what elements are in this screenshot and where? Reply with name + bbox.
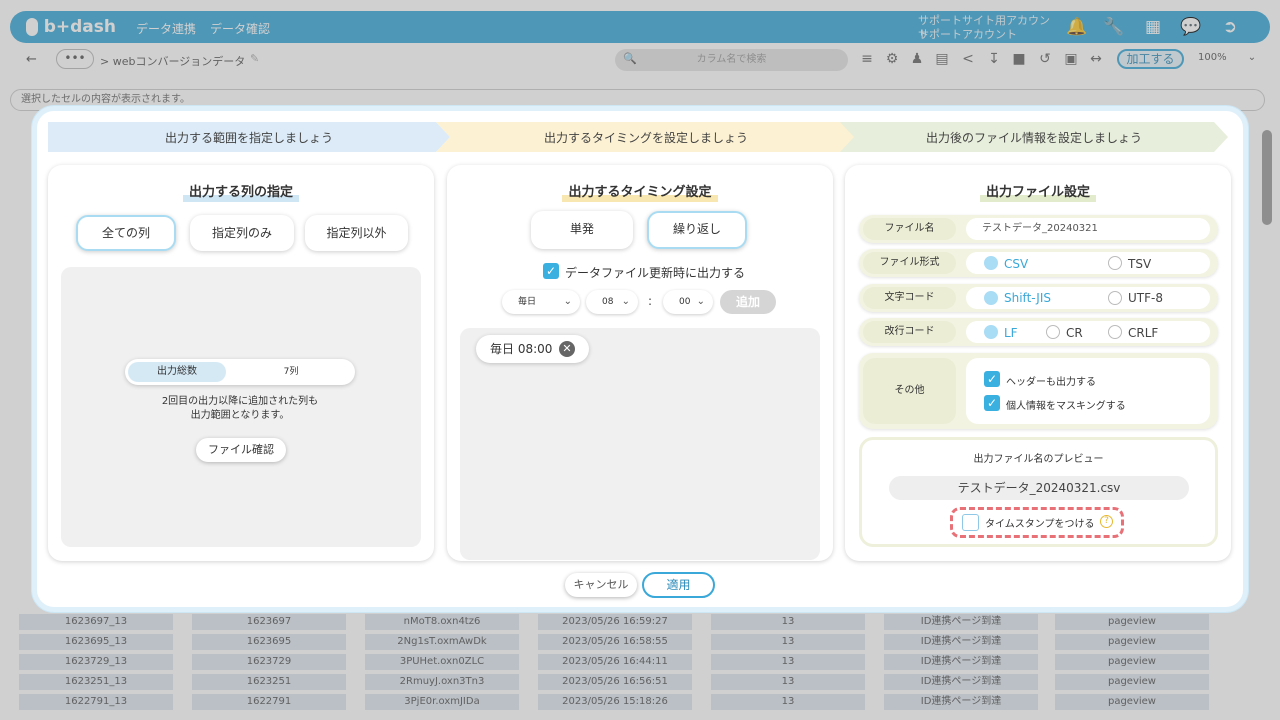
repeat-button[interactable]: 繰り返し bbox=[647, 211, 747, 249]
chevron-down-icon: ⌄ bbox=[621, 296, 630, 307]
crlf-label: CRLF bbox=[1128, 326, 1159, 340]
chevron-down-icon: ⌄ bbox=[563, 296, 572, 307]
utf8-radio[interactable] bbox=[1108, 291, 1122, 305]
filename-input[interactable]: テストデータ_20240321 bbox=[966, 218, 1210, 240]
masking-label: 個人情報をマスキングする bbox=[1006, 401, 1126, 412]
shift-jis-label: Shift-JIS bbox=[1004, 291, 1051, 305]
minute-value: 00 bbox=[679, 297, 691, 307]
step-file-info: 出力後のファイル情報を設定しましょう bbox=[840, 122, 1228, 152]
cancel-button[interactable]: キャンセル bbox=[565, 573, 637, 597]
output-total-label: 出力総数 bbox=[128, 362, 226, 382]
charset-options bbox=[966, 287, 1210, 309]
update-output-checkbox[interactable]: ✓ bbox=[543, 263, 559, 279]
utf8-label: UTF-8 bbox=[1128, 291, 1163, 305]
apply-button[interactable]: 適用 bbox=[642, 572, 715, 598]
column-range-title: 出力する列の指定 bbox=[48, 181, 434, 202]
output-total-value: 7列 bbox=[283, 367, 299, 377]
file-check-button[interactable]: ファイル確認 bbox=[196, 438, 286, 462]
help-icon[interactable]: ? bbox=[1100, 515, 1113, 528]
hour-select[interactable]: 08 ⌄ bbox=[586, 290, 638, 314]
preview-title: 出力ファイル名のプレビュー bbox=[973, 454, 1104, 465]
other-options bbox=[966, 358, 1210, 424]
newline-options bbox=[966, 321, 1210, 343]
masking-checkbox[interactable]: ✓ bbox=[984, 395, 1000, 411]
charset-label: 文字コード bbox=[863, 287, 956, 309]
csv-label: CSV bbox=[1004, 257, 1029, 271]
other-label: その他 bbox=[863, 358, 956, 424]
range-note: 2回目の出力以降に追加された列も 出力範囲となります。 bbox=[60, 395, 420, 423]
format-options bbox=[966, 252, 1210, 274]
hour-value: 08 bbox=[602, 297, 614, 307]
except-columns-button[interactable]: 指定列以外 bbox=[305, 215, 408, 251]
newline-label: 改行コード bbox=[863, 321, 956, 343]
preview-filename: テストデータ_20240321.csv bbox=[889, 476, 1189, 500]
tsv-radio[interactable] bbox=[1108, 256, 1122, 270]
header-output-label: ヘッダーも出力する bbox=[1006, 377, 1096, 388]
update-output-label: データファイル更新時に出力する bbox=[565, 266, 746, 280]
format-label: ファイル形式 bbox=[863, 252, 956, 274]
range-note-line1: 2回目の出力以降に追加された列も bbox=[161, 396, 319, 407]
add-timing-button[interactable]: 追加 bbox=[720, 290, 776, 314]
timestamp-checkbox[interactable] bbox=[962, 514, 979, 531]
frequency-select[interactable]: 毎日 ⌄ bbox=[502, 290, 580, 314]
tsv-label: TSV bbox=[1128, 257, 1152, 271]
single-button[interactable]: 単発 bbox=[531, 211, 633, 249]
selected-columns-button[interactable]: 指定列のみ bbox=[190, 215, 294, 251]
time-colon: : bbox=[648, 294, 653, 308]
cr-label: CR bbox=[1066, 326, 1083, 340]
cr-radio[interactable] bbox=[1046, 325, 1060, 339]
csv-radio[interactable] bbox=[984, 256, 998, 270]
step-range: 出力する範囲を指定しましょう bbox=[48, 122, 450, 152]
chevron-down-icon: ⌄ bbox=[696, 296, 705, 307]
file-settings-title: 出力ファイル設定 bbox=[845, 181, 1231, 202]
range-note-line2: 出力範囲となります。 bbox=[190, 410, 290, 421]
close-icon[interactable]: ✕ bbox=[559, 341, 575, 357]
lf-radio[interactable] bbox=[984, 325, 998, 339]
timing-title: 出力するタイミング設定 bbox=[447, 181, 833, 202]
timestamp-label: タイムスタンプをつける bbox=[985, 519, 1095, 530]
crlf-radio[interactable] bbox=[1108, 325, 1122, 339]
all-columns-button[interactable]: 全ての列 bbox=[76, 215, 176, 251]
filename-label: ファイル名 bbox=[863, 218, 956, 240]
shift-jis-radio[interactable] bbox=[984, 291, 998, 305]
minute-select[interactable]: 00 ⌄ bbox=[663, 290, 713, 314]
frequency-value: 毎日 bbox=[518, 297, 537, 307]
lf-label: LF bbox=[1004, 326, 1018, 340]
step-timing: 出力するタイミングを設定しましょう bbox=[436, 122, 856, 152]
header-output-checkbox[interactable]: ✓ bbox=[984, 371, 1000, 387]
